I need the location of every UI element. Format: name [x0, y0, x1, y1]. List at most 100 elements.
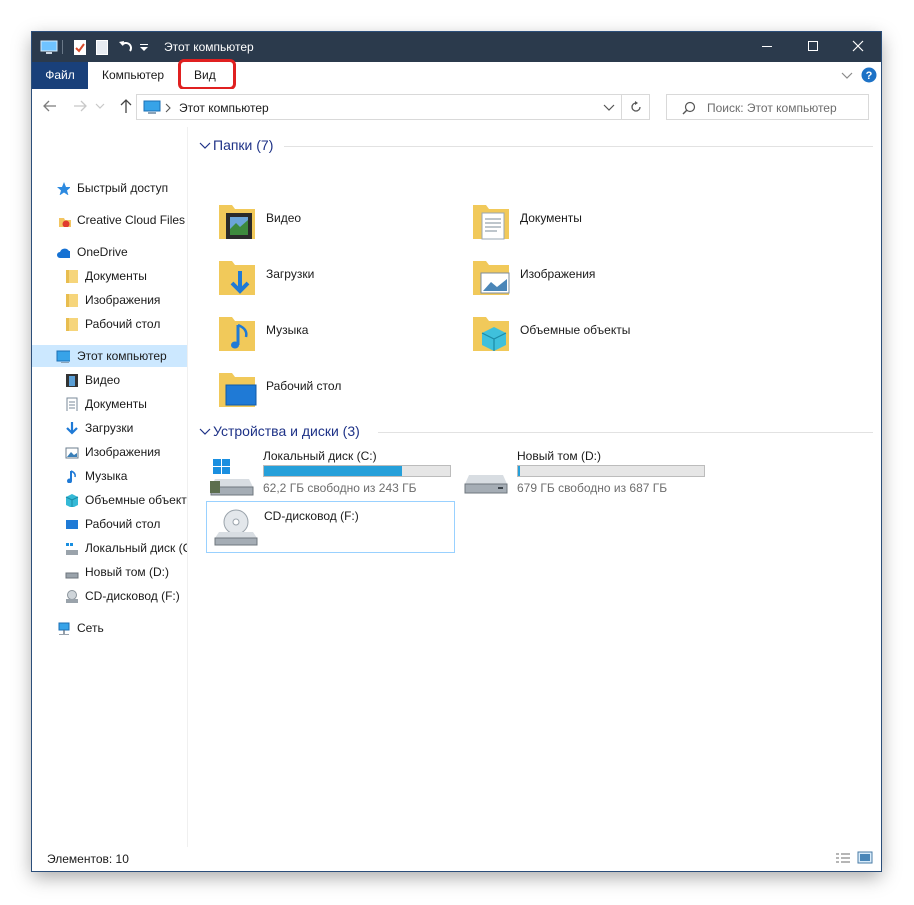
- folder-item[interactable]: Видео: [216, 199, 456, 251]
- collapse-chevron-icon[interactable]: [199, 141, 211, 151]
- navigation-pane: Быстрый доступ Creative Cloud Files OneD…: [32, 127, 187, 847]
- refresh-icon: [630, 101, 641, 112]
- pictures-folder-icon: [473, 261, 510, 295]
- sidebar-item-onedrive[interactable]: OneDrive: [32, 241, 187, 263]
- sidebar-item-label: Документы: [85, 269, 147, 283]
- undo-icon[interactable]: [116, 37, 134, 57]
- drive-usage-fill: [264, 466, 403, 476]
- tab-computer[interactable]: Компьютер: [90, 62, 176, 89]
- drive-usage-bar: [263, 465, 451, 477]
- folder-label: Видео: [266, 211, 302, 225]
- video-icon: [66, 374, 78, 387]
- sidebar-item-onedrive-desktop[interactable]: Рабочий стол: [32, 313, 187, 335]
- address-dropdown-icon[interactable]: [603, 103, 615, 113]
- cloud-icon: [57, 248, 70, 258]
- back-button[interactable]: [40, 98, 60, 118]
- qa-separator: [62, 40, 63, 54]
- devices-group-header[interactable]: Устройства и диски (3): [213, 423, 360, 439]
- arrow-left-icon: [43, 100, 56, 112]
- close-icon: [852, 40, 864, 52]
- downloads-folder-icon: [219, 261, 255, 295]
- sidebar-item-drive-d[interactable]: Новый том (D:): [32, 561, 187, 583]
- drive-item-c[interactable]: Локальный диск (C:) 62,2 ГБ свободно из …: [207, 447, 457, 499]
- drive-name: CD-дисковод (F:): [264, 509, 359, 523]
- sidebar-item-onedrive-documents[interactable]: Документы: [32, 265, 187, 287]
- sidebar-item-label: Этот компьютер: [77, 349, 167, 363]
- sidebar-item-label: Creative Cloud Files: [77, 213, 186, 227]
- download-icon: [66, 422, 78, 435]
- sidebar-item-label: Музыка: [85, 469, 128, 483]
- status-bar: Элементов: 10: [32, 847, 881, 871]
- minimize-button[interactable]: [744, 32, 790, 62]
- search-input[interactable]: Поиск: Этот компьютер: [666, 94, 869, 120]
- drive-usage-bar: [517, 465, 705, 477]
- drive-free-space: 679 ГБ свободно из 687 ГБ: [517, 481, 668, 495]
- address-bar[interactable]: Этот компьютер: [136, 94, 622, 120]
- drive-name: Новый том (D:): [517, 449, 601, 463]
- star-icon: [57, 182, 70, 195]
- large-icons-view-icon[interactable]: [857, 851, 873, 865]
- creative-cloud-icon: [59, 218, 71, 227]
- sidebar-item-onedrive-pictures[interactable]: Изображения: [32, 289, 187, 311]
- help-icon[interactable]: ?: [861, 67, 877, 83]
- sidebar-item-3d-objects[interactable]: Объемные объект: [32, 489, 187, 511]
- collapse-chevron-icon[interactable]: [199, 427, 211, 437]
- sidebar-item-local-disk-c[interactable]: Локальный диск (С: [32, 537, 187, 559]
- close-button[interactable]: [835, 32, 881, 62]
- sidebar-item-creative-cloud[interactable]: Creative Cloud Files: [32, 209, 187, 231]
- recent-locations-button[interactable]: [94, 98, 106, 118]
- maximize-button[interactable]: [790, 32, 836, 62]
- folder-label: Объемные объекты: [520, 323, 631, 337]
- sidebar-item-music[interactable]: Музыка: [32, 465, 187, 487]
- sidebar-item-cd-drive-f[interactable]: CD-дисковод (F:): [32, 585, 187, 607]
- local-disk-icon: [66, 543, 78, 555]
- sidebar-item-videos[interactable]: Видео: [32, 369, 187, 391]
- folder-item[interactable]: Загрузки: [216, 255, 456, 307]
- customize-toolbar-icon[interactable]: [138, 37, 150, 57]
- details-view-icon[interactable]: [835, 852, 851, 866]
- maximize-icon: [808, 41, 818, 51]
- sidebar-item-network[interactable]: Сеть: [32, 617, 187, 639]
- new-folder-icon[interactable]: [94, 37, 110, 57]
- ribbon-expand-icon[interactable]: [841, 71, 853, 81]
- document-icon: [66, 397, 78, 411]
- hard-drive-icon: [464, 475, 508, 494]
- drive-usage-fill: [518, 466, 521, 476]
- folder-label: Документы: [520, 211, 582, 225]
- item-count: Элементов: 10: [47, 852, 129, 866]
- folder-item[interactable]: Объемные объекты: [470, 311, 710, 363]
- drive-item-f[interactable]: CD-дисковод (F:): [206, 501, 455, 553]
- folder-icon: [66, 294, 78, 307]
- sidebar-item-pictures[interactable]: Изображения: [32, 441, 187, 463]
- folders-group-header[interactable]: Папки (7): [213, 137, 273, 153]
- search-icon: [682, 101, 696, 115]
- sidebar-item-label: OneDrive: [77, 245, 128, 259]
- folder-icon: [66, 270, 78, 283]
- arrow-right-icon: [74, 100, 87, 112]
- sidebar-item-downloads[interactable]: Загрузки: [32, 417, 187, 439]
- computer-icon: [143, 100, 161, 114]
- folder-item[interactable]: Изображения: [470, 255, 710, 307]
- window-title: Этот компьютер: [164, 40, 254, 54]
- folder-label: Загрузки: [266, 267, 315, 281]
- tab-file[interactable]: Файл: [32, 62, 88, 89]
- sidebar-item-label: Рабочий стол: [85, 517, 161, 531]
- 3d-objects-icon: [65, 494, 79, 507]
- up-button[interactable]: [116, 98, 136, 118]
- refresh-button[interactable]: [622, 94, 650, 120]
- desktop-folder-icon: [219, 373, 257, 407]
- sidebar-item-quick-access[interactable]: Быстрый доступ: [32, 177, 187, 199]
- folder-item[interactable]: Рабочий стол: [216, 367, 456, 419]
- breadcrumb[interactable]: Этот компьютер: [179, 101, 269, 115]
- title-bar: Этот компьютер: [32, 32, 881, 62]
- properties-icon[interactable]: [72, 37, 88, 57]
- sidebar-item-desktop[interactable]: Рабочий стол: [32, 513, 187, 535]
- sidebar-item-documents[interactable]: Документы: [32, 393, 187, 415]
- drive-item-d[interactable]: Новый том (D:) 679 ГБ свободно из 687 ГБ: [461, 447, 711, 499]
- folder-item[interactable]: Документы: [470, 199, 710, 251]
- sidebar-item-label: Изображения: [85, 293, 161, 307]
- sidebar-item-this-pc[interactable]: Этот компьютер: [32, 345, 187, 367]
- sidebar-item-label: Изображения: [85, 445, 161, 459]
- folder-item[interactable]: Музыка: [216, 311, 456, 363]
- forward-button[interactable]: [70, 98, 90, 118]
